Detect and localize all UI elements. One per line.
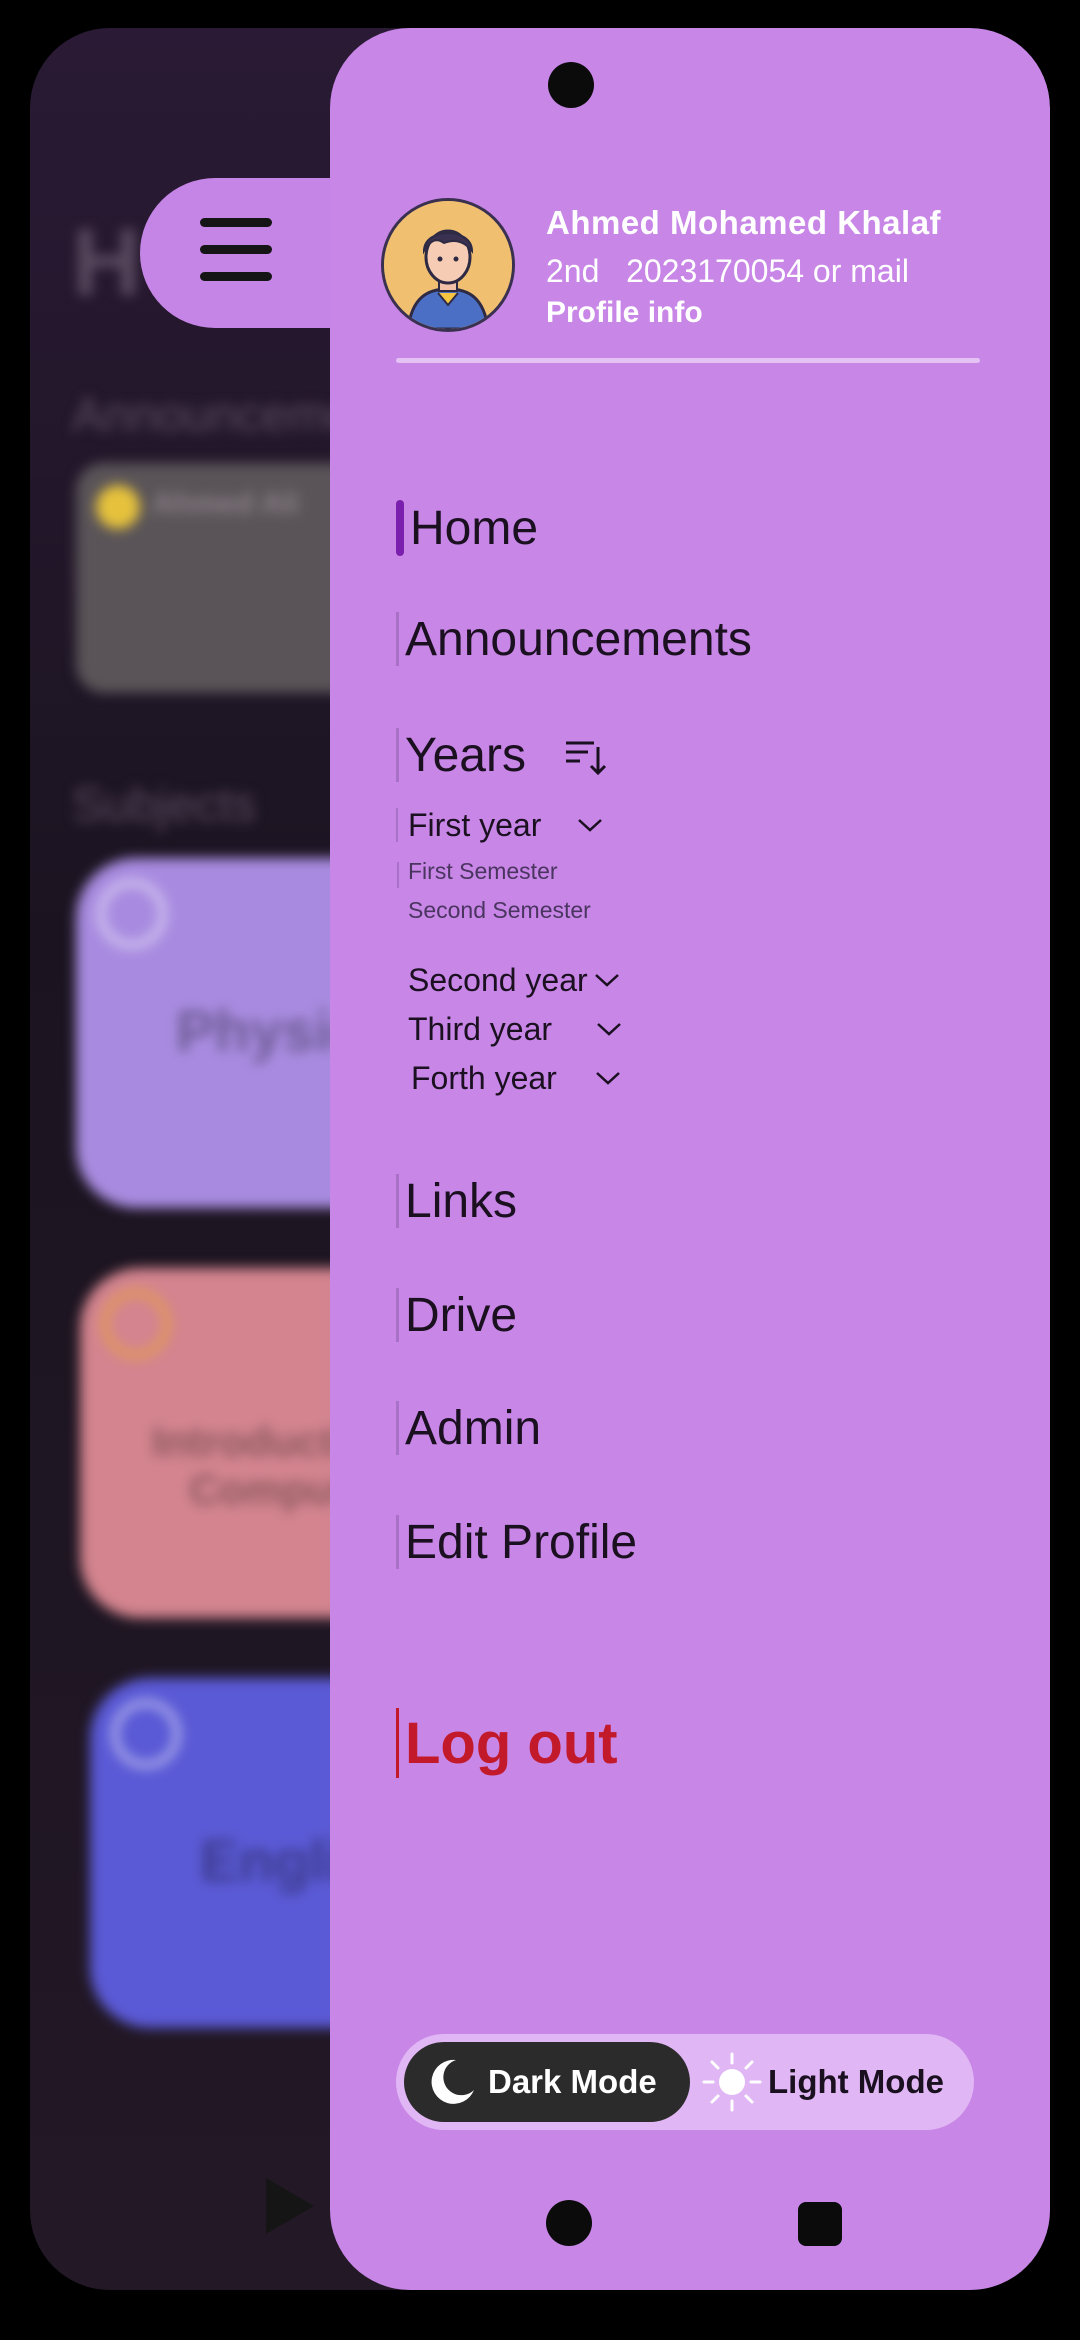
nav-item-announcements[interactable]: Announcements [396,612,752,666]
item-bar [396,1288,399,1342]
dark-mode-label: Dark Mode [488,2063,657,2100]
year-second[interactable]: Second year [408,961,620,998]
nav-item-admin[interactable]: Admin [396,1401,541,1455]
navigation-drawer: Ahmed Mohamed Khalaf 2nd 2023170054 or m… [330,28,1050,2290]
screen: H Announcements Ahmed Ali Subjects Physi… [30,28,1050,2290]
hamburger-menu-icon[interactable] [200,218,272,288]
background-announcement-author: Ahmed Ali [152,487,300,520]
front-camera [548,62,594,108]
semester-bar [397,862,399,888]
item-bar [396,1174,399,1228]
nav-item-links[interactable]: Links [396,1174,517,1228]
nav-item-edit-profile[interactable]: Edit Profile [396,1515,637,1569]
chevron-down-icon[interactable] [595,1070,621,1086]
year-label: Second year [408,961,588,998]
item-bar [396,1515,399,1569]
chevron-down-icon[interactable] [594,972,620,988]
nav-item-label: Drive [405,1288,518,1342]
nav-item-label: Years [405,728,526,782]
year-label: Forth year [411,1059,557,1096]
logout-label: Log out [405,1710,618,1776]
light-mode-button[interactable]: Light Mode [702,2042,944,2122]
profile-avatar[interactable] [381,198,515,332]
light-mode-label: Light Mode [768,2063,944,2100]
semester-first[interactable]: First Semester [408,858,558,885]
profile-info-link[interactable]: Profile info [546,296,703,330]
year-label: First year [408,806,542,843]
active-indicator [396,500,404,556]
progress-ring [102,1290,170,1358]
phone-frame: H Announcements Ahmed Ali Subjects Physi… [0,0,1080,2340]
nav-item-home[interactable]: Home [396,500,538,556]
year-third[interactable]: Third year [408,1010,622,1047]
system-back-icon[interactable] [266,2178,314,2234]
item-bar [396,612,399,666]
chevron-down-icon[interactable] [596,1021,622,1037]
item-bar [396,1401,399,1455]
background-page-title: H [72,209,142,316]
logout-button[interactable]: Log out [396,1708,618,1778]
chevron-down-icon[interactable] [577,817,603,833]
year-first[interactable]: First year [396,806,603,843]
system-home-icon[interactable] [546,2200,592,2246]
nav-item-label: Edit Profile [405,1515,638,1569]
sort-icon[interactable] [564,733,608,777]
progress-ring [112,1700,180,1768]
item-bar [396,808,398,842]
nav-item-label: Home [410,501,539,555]
progress-ring [98,880,166,948]
nav-item-years[interactable]: Years [396,728,608,782]
nav-item-label: Links [405,1174,518,1228]
item-bar [396,728,399,782]
moon-icon [431,2059,474,2104]
logout-bar [396,1708,399,1778]
year-label: Third year [408,1010,553,1047]
nav-item-drive[interactable]: Drive [396,1288,517,1342]
theme-toggle: Dark Mode Light Mode [396,2034,974,2130]
year-forth[interactable]: Forth year [411,1059,621,1096]
system-recents-icon[interactable] [798,2202,842,2246]
sun-icon [702,2052,762,2112]
profile-name: Ahmed Mohamed Khalaf [546,204,942,241]
dark-mode-button[interactable]: Dark Mode [404,2042,690,2122]
profile-id-line: 2nd 2023170054 or mail [546,253,909,289]
semester-second[interactable]: Second Semester [408,897,591,924]
background-subjects-heading: Subjects [72,779,257,832]
background-avatar [96,485,140,529]
profile-divider [396,358,980,363]
nav-item-label: Admin [405,1401,542,1455]
nav-item-label: Announcements [405,612,752,666]
